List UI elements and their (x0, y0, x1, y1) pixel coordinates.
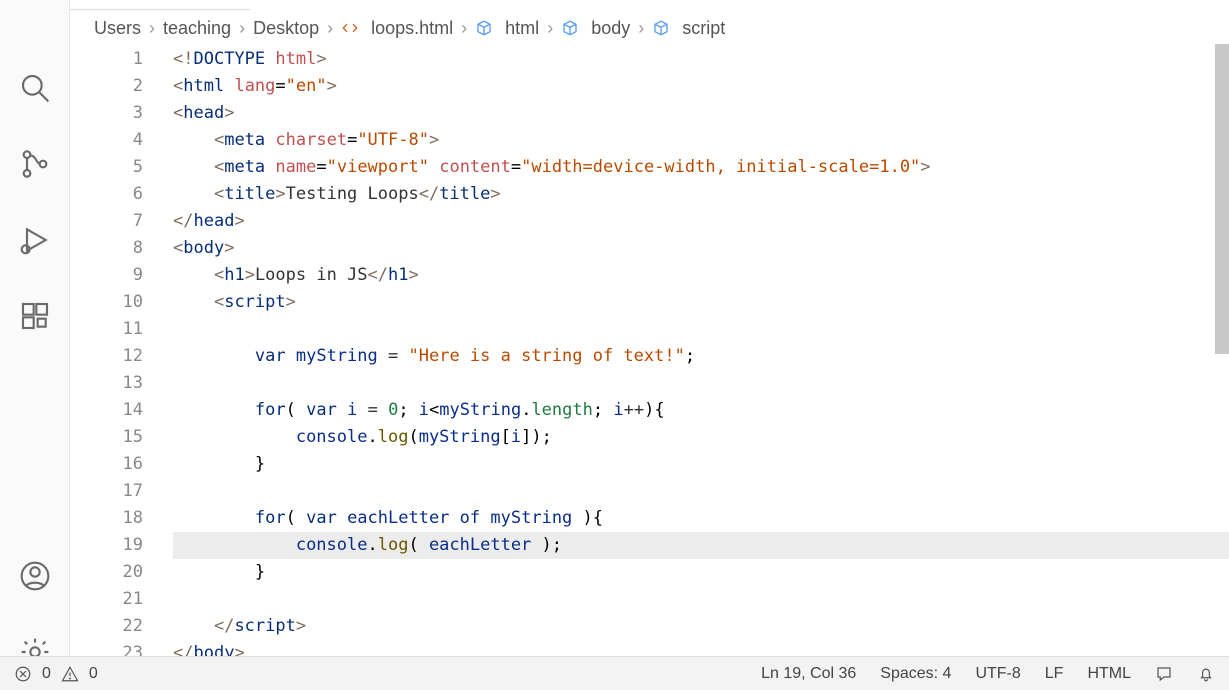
breadcrumb-item[interactable]: body (591, 18, 630, 39)
minimap-thumb[interactable] (1215, 44, 1229, 354)
line-number: 2 (70, 73, 143, 100)
accounts-icon[interactable] (15, 556, 55, 596)
line-number: 16 (70, 451, 143, 478)
line-number: 1 (70, 46, 143, 73)
line-number: 8 (70, 235, 143, 262)
chevron-right-icon: › (461, 18, 467, 39)
symbol-icon (561, 19, 579, 37)
line-number: 12 (70, 343, 143, 370)
chevron-right-icon: › (149, 18, 155, 39)
line-number: 13 (70, 370, 143, 397)
code-editor[interactable]: 1234567891011121314151617181920212223 <!… (70, 44, 1229, 656)
chevron-right-icon: › (547, 18, 553, 39)
code-line[interactable]: </head> (173, 208, 1229, 235)
extensions-icon[interactable] (15, 296, 55, 336)
line-number: 7 (70, 208, 143, 235)
status-bar: 0 0 Ln 19, Col 36 Spaces: 4 UTF-8 LF HTM… (0, 656, 1229, 690)
tab-bar-edge (70, 0, 250, 10)
code-line[interactable] (173, 316, 1229, 343)
indentation-status[interactable]: Spaces: 4 (880, 665, 951, 683)
source-control-icon[interactable] (15, 144, 55, 184)
error-icon[interactable] (14, 665, 32, 683)
activity-bar (0, 0, 70, 690)
warning-icon[interactable] (61, 665, 79, 683)
code-line[interactable]: } (173, 559, 1229, 586)
html-file-icon (341, 19, 359, 37)
line-number-gutter: 1234567891011121314151617181920212223 (70, 44, 165, 656)
code-line[interactable]: <meta name="viewport" content="width=dev… (173, 154, 1229, 181)
minimap-scrollbar[interactable] (1215, 44, 1229, 354)
line-number: 22 (70, 613, 143, 640)
bell-icon[interactable] (1197, 665, 1215, 683)
code-line[interactable] (173, 478, 1229, 505)
error-count[interactable]: 0 (42, 665, 51, 683)
run-debug-icon[interactable] (15, 220, 55, 260)
breadcrumb-item[interactable]: loops.html (371, 18, 453, 39)
code-line[interactable]: <h1>Loops in JS</h1> (173, 262, 1229, 289)
encoding-status[interactable]: UTF-8 (975, 665, 1020, 683)
eol-status[interactable]: LF (1045, 665, 1064, 683)
line-number: 10 (70, 289, 143, 316)
line-number: 17 (70, 478, 143, 505)
breadcrumb-item[interactable]: Desktop (253, 18, 319, 39)
cursor-position[interactable]: Ln 19, Col 36 (761, 665, 856, 683)
code-line[interactable]: </body> (173, 640, 1229, 656)
line-number: 18 (70, 505, 143, 532)
language-mode[interactable]: HTML (1087, 665, 1131, 683)
line-number: 9 (70, 262, 143, 289)
chevron-right-icon: › (327, 18, 333, 39)
code-line[interactable]: for( var i = 0; i<myString.length; i++){ (173, 397, 1229, 424)
line-number: 21 (70, 586, 143, 613)
chevron-right-icon: › (638, 18, 644, 39)
code-line[interactable]: var myString = "Here is a string of text… (173, 343, 1229, 370)
code-line[interactable]: for( var eachLetter of myString ){ (173, 505, 1229, 532)
code-line[interactable]: console.log( eachLetter ); (173, 532, 1229, 559)
breadcrumb-item[interactable]: script (682, 18, 725, 39)
breadcrumb[interactable]: Users › teaching › Desktop › loops.html … (70, 14, 1229, 42)
code-line[interactable] (173, 586, 1229, 613)
line-number: 3 (70, 100, 143, 127)
breadcrumb-item[interactable]: Users (94, 18, 141, 39)
code-line[interactable]: <head> (173, 100, 1229, 127)
code-line[interactable]: console.log(myString[i]); (173, 424, 1229, 451)
code-content[interactable]: <!DOCTYPE html><html lang="en"><head> <m… (165, 44, 1229, 656)
chevron-right-icon: › (239, 18, 245, 39)
breadcrumb-item[interactable]: html (505, 18, 539, 39)
line-number: 4 (70, 127, 143, 154)
code-line[interactable]: <!DOCTYPE html> (173, 46, 1229, 73)
line-number: 20 (70, 559, 143, 586)
line-number: 19 (70, 532, 143, 559)
code-line[interactable]: <body> (173, 235, 1229, 262)
line-number: 5 (70, 154, 143, 181)
line-number: 15 (70, 424, 143, 451)
line-number: 14 (70, 397, 143, 424)
line-number: 11 (70, 316, 143, 343)
code-line[interactable]: <script> (173, 289, 1229, 316)
feedback-icon[interactable] (1155, 665, 1173, 683)
line-number: 23 (70, 640, 143, 656)
code-line[interactable]: </script> (173, 613, 1229, 640)
symbol-icon (475, 19, 493, 37)
code-line[interactable] (173, 370, 1229, 397)
line-number: 6 (70, 181, 143, 208)
search-icon[interactable] (15, 68, 55, 108)
breadcrumb-item[interactable]: teaching (163, 18, 231, 39)
code-line[interactable]: <title>Testing Loops</title> (173, 181, 1229, 208)
code-line[interactable]: <meta charset="UTF-8"> (173, 127, 1229, 154)
symbol-icon (652, 19, 670, 37)
code-line[interactable]: } (173, 451, 1229, 478)
code-line[interactable]: <html lang="en"> (173, 73, 1229, 100)
warning-count[interactable]: 0 (89, 665, 98, 683)
